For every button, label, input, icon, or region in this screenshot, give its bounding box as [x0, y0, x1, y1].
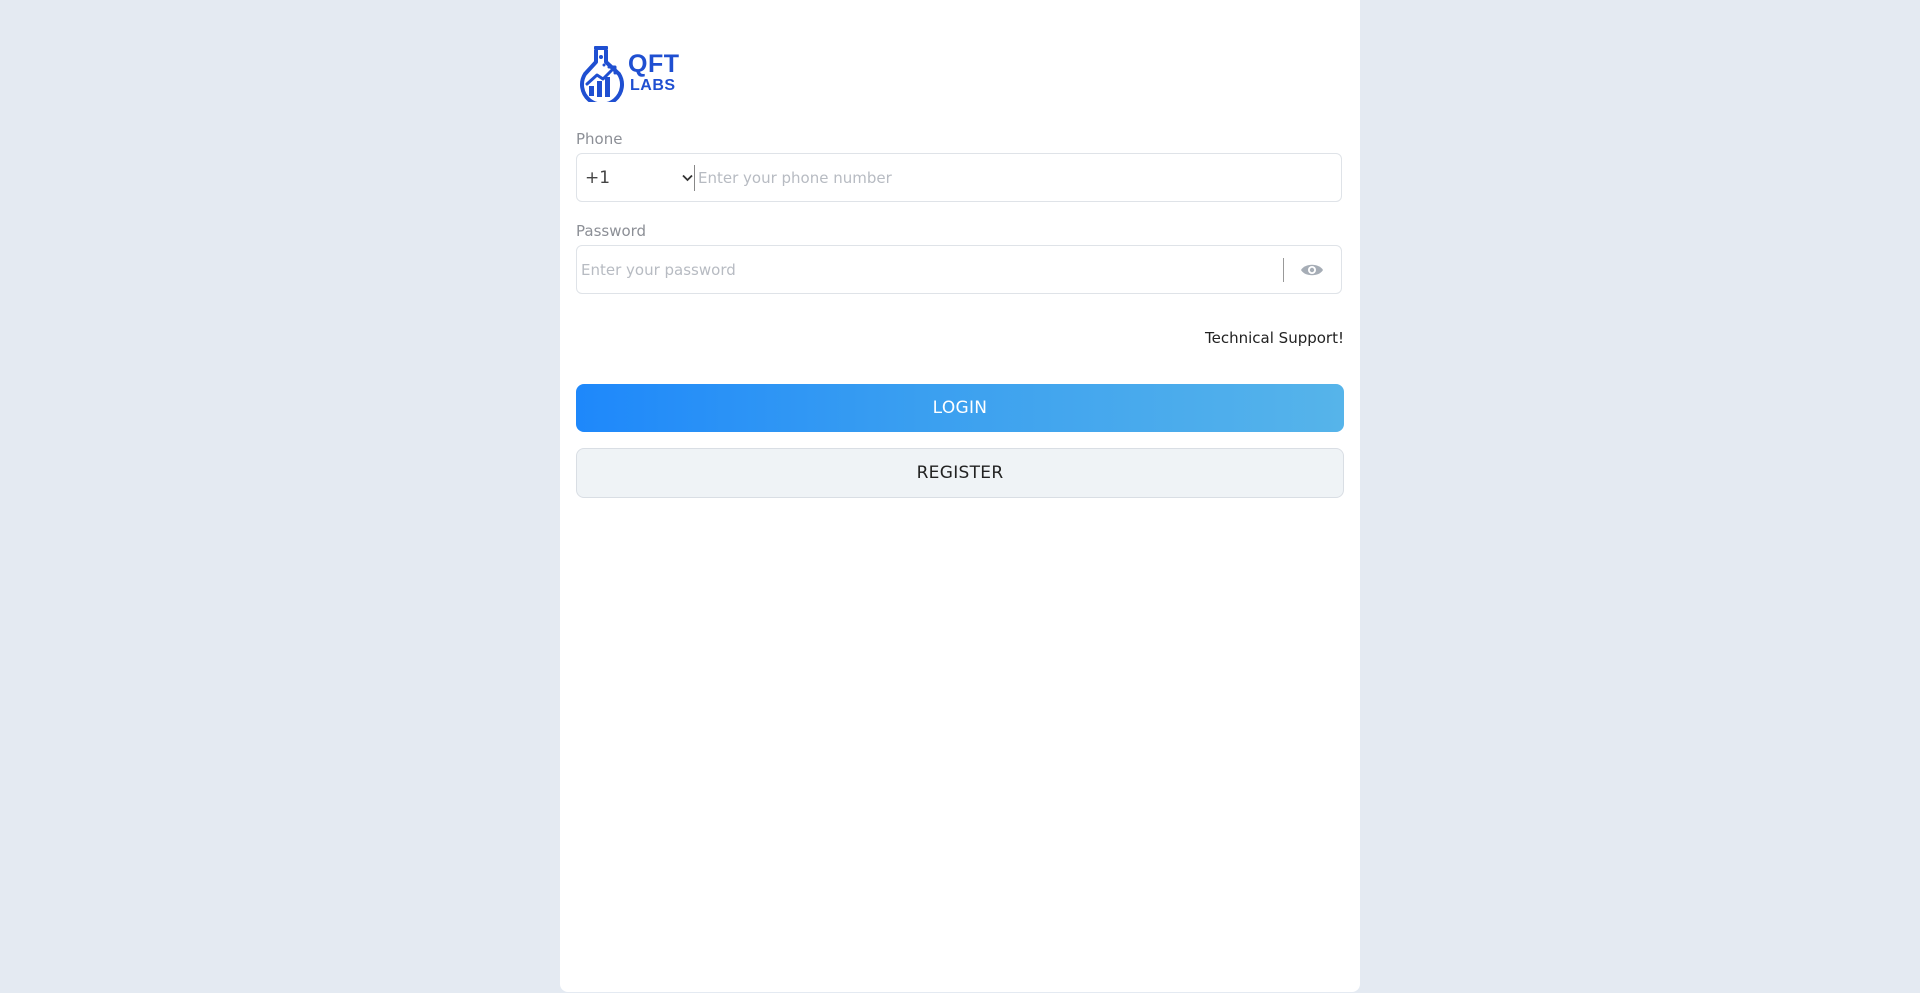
brand-wordmark: QFT LABS: [628, 52, 680, 94]
password-input[interactable]: Enter your password: [581, 246, 1271, 293]
brand-line-2: LABS: [630, 77, 676, 94]
login-button[interactable]: LOGIN: [576, 384, 1344, 432]
password-field: Enter your password: [576, 245, 1342, 294]
password-label: Password: [576, 222, 647, 240]
phone-input[interactable]: Enter your phone number: [698, 154, 1331, 201]
technical-support-link[interactable]: Technical Support!: [1205, 329, 1344, 347]
brand-line-1: QFT: [628, 50, 680, 78]
eye-icon[interactable]: [1300, 260, 1324, 280]
phone-label: Phone: [576, 130, 623, 148]
brand-logo: QFT LABS: [579, 44, 680, 102]
login-card: QFT LABS Phone +1 Enter your phone numbe…: [560, 0, 1360, 992]
input-cursor-divider: [694, 165, 695, 191]
country-code-select[interactable]: +1: [585, 154, 693, 201]
chevron-down-icon: [682, 171, 693, 185]
phone-field: +1 Enter your phone number: [576, 153, 1342, 202]
flask-chart-logo-icon: [579, 44, 625, 102]
password-divider: [1283, 258, 1284, 282]
register-button[interactable]: REGISTER: [576, 448, 1344, 498]
country-code-value: +1: [585, 167, 611, 188]
